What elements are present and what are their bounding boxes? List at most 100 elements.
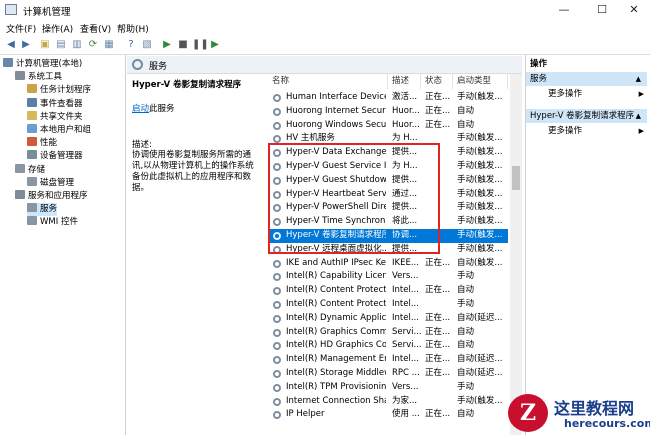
- folder-up-icon[interactable]: ▣: [38, 38, 52, 51]
- tree-item-label: 计算机管理(本地): [16, 59, 83, 69]
- export-icon[interactable]: ▥: [70, 38, 84, 51]
- refresh-icon[interactable]: ⟳: [86, 38, 100, 51]
- start-service-link[interactable]: 启动: [132, 104, 149, 114]
- tree-item[interactable]: WMI 控件: [27, 216, 78, 229]
- tree-item[interactable]: 任务计划程序: [27, 84, 91, 97]
- tree-item-label: 本地用户和组: [40, 125, 92, 135]
- service-row[interactable]: Intel(R) Content Protectio... Intel... 手动: [268, 298, 508, 312]
- service-row[interactable]: Intel(R) HD Graphics Con... Servi... 正在...…: [268, 339, 508, 353]
- column-description[interactable]: 描述: [388, 74, 421, 89]
- service-row[interactable]: Hyper-V Time Synchroniz... 将此... 手动(触发...: [268, 215, 508, 229]
- collapse-icon[interactable]: ▲: [636, 109, 641, 123]
- stop-icon[interactable]: ■: [176, 38, 190, 51]
- menu-help[interactable]: 帮助(H): [117, 22, 149, 35]
- tree-item[interactable]: 服务和应用程序: [15, 190, 88, 203]
- more-actions-selected[interactable]: 更多操作: [548, 125, 582, 138]
- show-tree-icon[interactable]: ▤: [54, 38, 68, 51]
- tree-item-label: 存储: [28, 164, 46, 175]
- service-status-cell: 正在...: [425, 340, 451, 351]
- service-row[interactable]: Intel(R) Management En... Intel... 正在... 自动…: [268, 353, 508, 367]
- service-row[interactable]: Intel(R) Dynamic Applicat... Intel... 正在..…: [268, 312, 508, 326]
- tree-item-icon: [27, 124, 37, 133]
- service-name-cell: Intel(R) Content Protectio...: [286, 285, 386, 296]
- service-row[interactable]: Internet Connection Shari... 为家... 手动(触发..…: [268, 395, 508, 409]
- start-service-line: 启动此服务: [132, 102, 175, 114]
- service-name-cell: Intel(R) Dynamic Applicat...: [286, 312, 386, 323]
- service-name-cell: Intel(R) Storage Middlew...: [286, 368, 386, 378]
- tree-item[interactable]: 计算机管理(本地): [3, 58, 82, 71]
- service-desc-cell: 为家...: [392, 395, 418, 406]
- service-desc-cell: 将此...: [392, 216, 418, 227]
- computer-management-icon: [5, 4, 17, 15]
- forward-icon[interactable]: ▶: [19, 38, 33, 51]
- description-label: 描述:: [132, 140, 152, 150]
- service-row[interactable]: Intel(R) Content Protectio... Intel... 正在.…: [268, 284, 508, 298]
- tree-item[interactable]: 系统工具: [15, 71, 62, 84]
- service-row[interactable]: Hyper-V Guest Shutdown... 提供... 手动(触发...: [268, 174, 508, 188]
- console-icon[interactable]: ▧: [140, 38, 154, 51]
- service-start-cell: 自动(延迟...: [457, 354, 503, 365]
- service-row[interactable]: Intel(R) Graphics Comma... Servi... 正在... 自…: [268, 326, 508, 340]
- close-button[interactable]: ✕: [617, 0, 650, 20]
- tree-item[interactable]: 事件查看器: [27, 97, 83, 111]
- pause-icon[interactable]: ❚❚: [192, 38, 209, 51]
- menu-view[interactable]: 查看(V): [80, 22, 111, 35]
- restart-icon[interactable]: ▶: [208, 38, 222, 51]
- service-start-cell: 手动(触发...: [457, 92, 503, 102]
- properties-icon[interactable]: ▦: [102, 38, 116, 51]
- tree-item[interactable]: 设备管理器: [27, 150, 83, 163]
- actions-group-services-label: 服务: [530, 74, 548, 84]
- vertical-scrollbar[interactable]: [510, 74, 522, 435]
- menu-action[interactable]: 操作(A): [42, 22, 73, 35]
- service-desc-cell: RPC ...: [392, 368, 420, 378]
- service-row[interactable]: Hyper-V Heartbeat Service 通过... 手动(触发...: [268, 188, 508, 202]
- service-status-cell: 正在...: [425, 92, 451, 102]
- actions-group-selected[interactable]: Hyper-V 卷影复制请求程序 ▲: [526, 109, 647, 123]
- service-row[interactable]: Huorong Windows Secur... Huor... 正在... 自动: [268, 119, 508, 133]
- column-status[interactable]: 状态: [421, 74, 453, 89]
- tree-item[interactable]: 共享文件夹: [27, 110, 83, 124]
- service-name-cell: Hyper-V Guest Service In...: [286, 161, 386, 171]
- tree-item[interactable]: 服务: [27, 203, 58, 217]
- chevron-right-icon[interactable]: ▶: [639, 127, 644, 135]
- service-status-cell: 正在...: [425, 257, 451, 268]
- tree-item-icon: [27, 84, 37, 94]
- menu-file[interactable]: 文件(F): [6, 22, 36, 35]
- service-row[interactable]: Intel(R) Capability Licensi... Vers... 手动: [268, 270, 508, 284]
- service-start-cell: 自动: [457, 119, 475, 130]
- service-row[interactable]: HV 主机服务 为 H... 手动(触发...: [268, 132, 508, 146]
- service-start-cell: 手动(触发...: [457, 202, 503, 213]
- help-icon[interactable]: ?: [124, 38, 138, 51]
- tree-item-label: 服务和应用程序: [28, 191, 88, 201]
- service-row[interactable]: Hyper-V PowerShell Dire... 提供... 手动(触发...: [268, 201, 508, 215]
- service-status-cell: 正在...: [425, 326, 451, 337]
- service-row[interactable]: Human Interface Device ... 激活... 正在... 手动(触…: [268, 91, 508, 105]
- more-actions-services[interactable]: 更多操作: [548, 88, 582, 101]
- tree-item[interactable]: 磁盘管理: [27, 176, 74, 190]
- tree-item[interactable]: 本地用户和组: [27, 124, 91, 137]
- scrollbar-thumb[interactable]: [512, 166, 520, 190]
- tree-item[interactable]: 存储: [15, 163, 46, 177]
- service-row[interactable]: Huorong Internet Securit... Huor... 正在... 自…: [268, 105, 508, 119]
- tree-item[interactable]: 性能: [27, 137, 57, 150]
- service-row[interactable]: IKE and AuthIP IPsec Key... IKEE... 正在... 自…: [268, 257, 508, 271]
- back-icon[interactable]: ◀: [4, 38, 18, 51]
- service-row[interactable]: Intel(R) Storage Middlew... RPC ... 正在... 自…: [268, 367, 508, 381]
- service-row[interactable]: Intel(R) TPM Provisioning... Vers... 手动: [268, 381, 508, 395]
- column-name[interactable]: 名称: [268, 74, 388, 89]
- service-name-cell: Hyper-V Heartbeat Service: [286, 188, 386, 199]
- collapse-icon[interactable]: ▲: [636, 72, 641, 86]
- service-row[interactable]: Hyper-V 卷影复制请求程序 协调... 手动(触发...: [268, 229, 508, 243]
- start-icon[interactable]: ▶: [160, 38, 174, 51]
- service-row[interactable]: Hyper-V Guest Service In... 为 H... 手动(触发..…: [268, 160, 508, 174]
- tree-item-icon: [15, 190, 25, 199]
- maximize-button[interactable]: ☐: [585, 0, 619, 20]
- minimize-button[interactable]: —: [547, 0, 581, 20]
- service-row[interactable]: IP Helper 使用 ... 正在... 自动: [268, 408, 508, 422]
- gear-icon: [273, 370, 281, 378]
- chevron-right-icon[interactable]: ▶: [639, 90, 644, 98]
- column-startup-type[interactable]: 启动类型: [453, 74, 508, 89]
- service-row[interactable]: Hyper-V 远程桌面虚拟化... 提供... 手动(触发...: [268, 243, 508, 257]
- service-row[interactable]: Hyper-V Data Exchange ... 提供... 手动(触发...: [268, 146, 508, 160]
- actions-group-services[interactable]: 服务 ▲: [526, 72, 647, 86]
